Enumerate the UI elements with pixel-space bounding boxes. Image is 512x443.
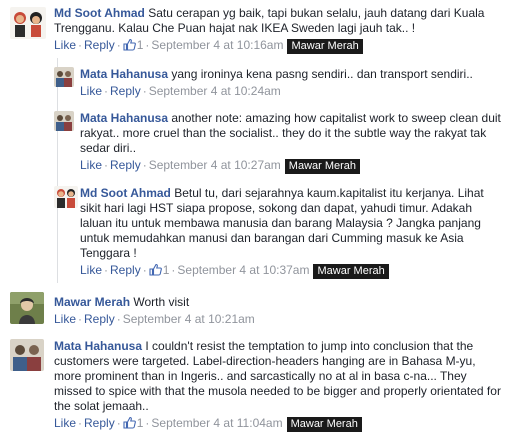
reply-thread-line <box>57 58 58 283</box>
avatar[interactable] <box>10 292 44 324</box>
reply-link[interactable]: Reply <box>110 84 141 98</box>
comment-timestamp[interactable]: September 4 at 10:24am <box>149 84 281 98</box>
reply-link[interactable]: Reply <box>110 263 141 277</box>
separator: · <box>104 84 109 98</box>
like-link[interactable]: Like <box>54 38 76 52</box>
reply-link[interactable]: Reply <box>84 416 115 430</box>
thumbs-up-icon[interactable] <box>123 38 136 55</box>
avatar[interactable] <box>54 111 74 131</box>
separator: · <box>142 158 147 172</box>
name-tag: Mawar Merah <box>284 159 361 174</box>
comment-text: Worth visit <box>133 295 190 309</box>
separator: · <box>145 38 150 52</box>
reply-link[interactable]: Reply <box>84 312 115 326</box>
name-tag: Mawar Merah <box>287 39 363 54</box>
comment-author[interactable]: Mata Hahanusa <box>54 339 142 353</box>
comment-author[interactable]: Mawar Merah <box>54 295 130 309</box>
like-count[interactable]: 1 <box>137 38 144 52</box>
name-tag: Mawar Merah <box>286 417 362 432</box>
avatar[interactable] <box>10 7 46 39</box>
separator: · <box>104 158 109 172</box>
comment-text: yang ironinya kena pasng sendiri.. dan t… <box>171 67 473 81</box>
comment-author[interactable]: Md Soot Ahmad <box>54 6 145 20</box>
name-tag: Mawar Merah <box>313 264 389 279</box>
reply-link[interactable]: Reply <box>84 38 115 52</box>
like-link[interactable]: Like <box>54 312 76 326</box>
reply-link[interactable]: Reply <box>110 158 141 172</box>
separator: · <box>78 312 83 326</box>
like-link[interactable]: Like <box>80 158 102 172</box>
comment-timestamp[interactable]: September 4 at 10:27am <box>149 158 281 172</box>
comment-timestamp[interactable]: September 4 at 10:37am <box>177 263 309 277</box>
avatar[interactable] <box>54 67 74 87</box>
thumbs-up-icon[interactable] <box>149 263 162 280</box>
separator: · <box>78 38 83 52</box>
like-link[interactable]: Like <box>80 263 102 277</box>
comment-author[interactable]: Mata Hahanusa <box>80 111 168 125</box>
separator: · <box>171 263 176 277</box>
comment-author[interactable]: Mata Hahanusa <box>80 67 168 81</box>
like-count[interactable]: 1 <box>163 263 170 277</box>
separator: · <box>116 416 121 430</box>
thumbs-up-icon[interactable] <box>123 416 136 433</box>
comment-timestamp[interactable]: September 4 at 11:04am <box>151 416 282 430</box>
avatar[interactable] <box>10 339 44 371</box>
separator: · <box>78 416 83 430</box>
like-link[interactable]: Like <box>54 416 76 430</box>
separator: · <box>116 312 121 326</box>
avatar[interactable] <box>54 186 78 208</box>
separator: · <box>142 263 147 277</box>
comment-timestamp[interactable]: September 4 at 10:21am <box>123 312 255 326</box>
separator: · <box>142 84 147 98</box>
comment-timestamp[interactable]: September 4 at 10:16am <box>151 38 283 52</box>
like-count[interactable]: 1 <box>137 416 144 430</box>
separator: · <box>104 263 109 277</box>
separator: · <box>116 38 121 52</box>
like-link[interactable]: Like <box>80 84 102 98</box>
separator: · <box>145 416 150 430</box>
comment-author[interactable]: Md Soot Ahmad <box>80 186 171 200</box>
